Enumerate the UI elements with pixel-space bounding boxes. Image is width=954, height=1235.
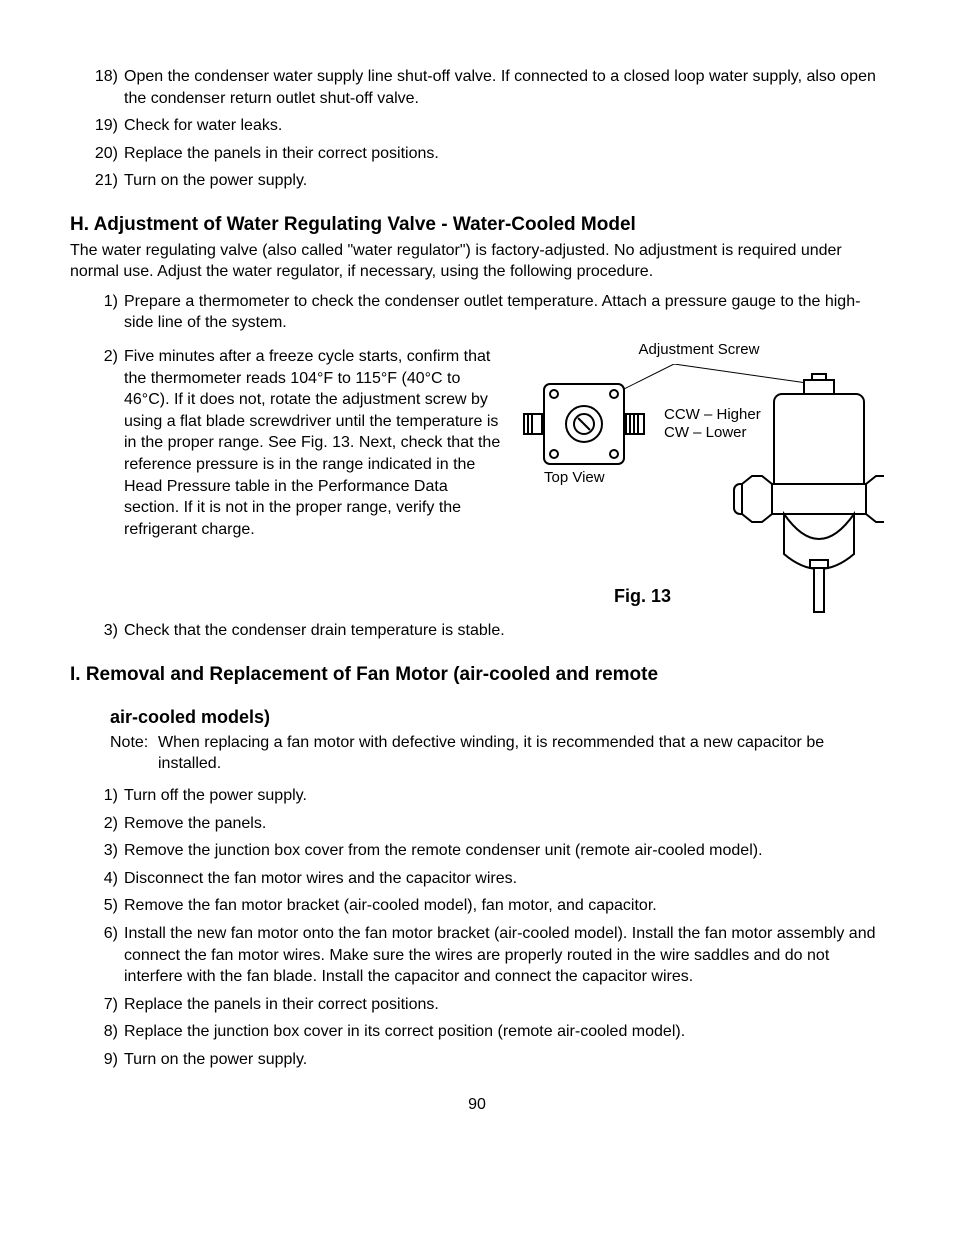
- step-text: Remove the fan motor bracket (air-cooled…: [124, 895, 884, 917]
- step-number: 21): [90, 170, 124, 192]
- step-text: Remove the panels.: [124, 813, 884, 835]
- section-i-steps: 1)Turn off the power supply. 2)Remove th…: [70, 785, 884, 1071]
- list-item: 5)Remove the fan motor bracket (air-cool…: [90, 895, 884, 917]
- step-text: Disconnect the fan motor wires and the c…: [124, 868, 884, 890]
- step-text: Prepare a thermometer to check the conde…: [124, 291, 884, 334]
- step-number: 9): [90, 1049, 124, 1071]
- section-h-steps: 1) Prepare a thermometer to check the co…: [70, 291, 884, 642]
- step-number: 6): [90, 923, 124, 988]
- list-item: 7)Replace the panels in their correct po…: [90, 994, 884, 1016]
- step-number: 19): [90, 115, 124, 137]
- step-text: Check for water leaks.: [124, 115, 884, 137]
- list-item: 3) Check that the condenser drain temper…: [90, 620, 884, 642]
- note-text: When replacing a fan motor with defectiv…: [158, 732, 884, 775]
- step-text: Replace the panels in their correct posi…: [124, 143, 884, 165]
- list-item: 2) Five minutes after a freeze cycle sta…: [90, 346, 504, 540]
- figure-label-cw: CW – Lower: [664, 424, 747, 441]
- figure-label-topview: Top View: [544, 469, 605, 486]
- step-text: Replace the junction box cover in its co…: [124, 1021, 884, 1043]
- top-steps-list: 18) Open the condenser water supply line…: [70, 66, 884, 192]
- step-number: 7): [90, 994, 124, 1016]
- figure-label-adjustment-screw: Adjustment Screw: [514, 340, 884, 360]
- step-text: Remove the junction box cover from the r…: [124, 840, 884, 862]
- page-number: 90: [70, 1094, 884, 1116]
- step-number: 4): [90, 868, 124, 890]
- step-number: 20): [90, 143, 124, 165]
- step-text: Turn on the power supply.: [124, 170, 884, 192]
- figure-13: Adjustment Screw: [514, 340, 884, 614]
- step-number: 1): [90, 785, 124, 807]
- list-item: 1) Prepare a thermometer to check the co…: [90, 291, 884, 334]
- step-text: Open the condenser water supply line shu…: [124, 66, 884, 109]
- section-i-heading: I. Removal and Replacement of Fan Motor …: [70, 662, 884, 688]
- list-item: 3)Remove the junction box cover from the…: [90, 840, 884, 862]
- section-i-note: Note: When replacing a fan motor with de…: [110, 732, 884, 775]
- section-h-intro: The water regulating valve (also called …: [70, 240, 884, 283]
- list-item: 19) Check for water leaks.: [90, 115, 884, 137]
- list-item: 21) Turn on the power supply.: [90, 170, 884, 192]
- list-item: 6)Install the new fan motor onto the fan…: [90, 923, 884, 988]
- step-number: 2): [90, 346, 124, 540]
- step-number: 5): [90, 895, 124, 917]
- list-item: 9)Turn on the power supply.: [90, 1049, 884, 1071]
- list-item: 20) Replace the panels in their correct …: [90, 143, 884, 165]
- figure-label-ccw: CCW – Higher: [664, 406, 761, 423]
- step-number: 1): [90, 291, 124, 334]
- step-number: 3): [90, 840, 124, 862]
- section-h-heading: H. Adjustment of Water Regulating Valve …: [70, 212, 884, 238]
- step-number: 2): [90, 813, 124, 835]
- step-text: Turn off the power supply.: [124, 785, 884, 807]
- step-number: 3): [90, 620, 124, 642]
- step-number: 18): [90, 66, 124, 109]
- note-label: Note:: [110, 732, 158, 775]
- list-item: 4)Disconnect the fan motor wires and the…: [90, 868, 884, 890]
- figure-caption: Fig. 13: [614, 584, 671, 608]
- section-i-sub-heading: air-cooled models): [110, 705, 884, 729]
- step-number: 8): [90, 1021, 124, 1043]
- step-text: Check that the condenser drain temperatu…: [124, 620, 884, 642]
- list-item: 2)Remove the panels.: [90, 813, 884, 835]
- list-item: 1)Turn off the power supply.: [90, 785, 884, 807]
- step-text: Five minutes after a freeze cycle starts…: [124, 346, 504, 540]
- step-text: Turn on the power supply.: [124, 1049, 884, 1071]
- list-item: 18) Open the condenser water supply line…: [90, 66, 884, 109]
- list-item: 8)Replace the junction box cover in its …: [90, 1021, 884, 1043]
- step-text: Install the new fan motor onto the fan m…: [124, 923, 884, 988]
- step-text: Replace the panels in their correct posi…: [124, 994, 884, 1016]
- valve-diagram-icon: CCW – Higher CW – Lower Top View: [514, 364, 884, 614]
